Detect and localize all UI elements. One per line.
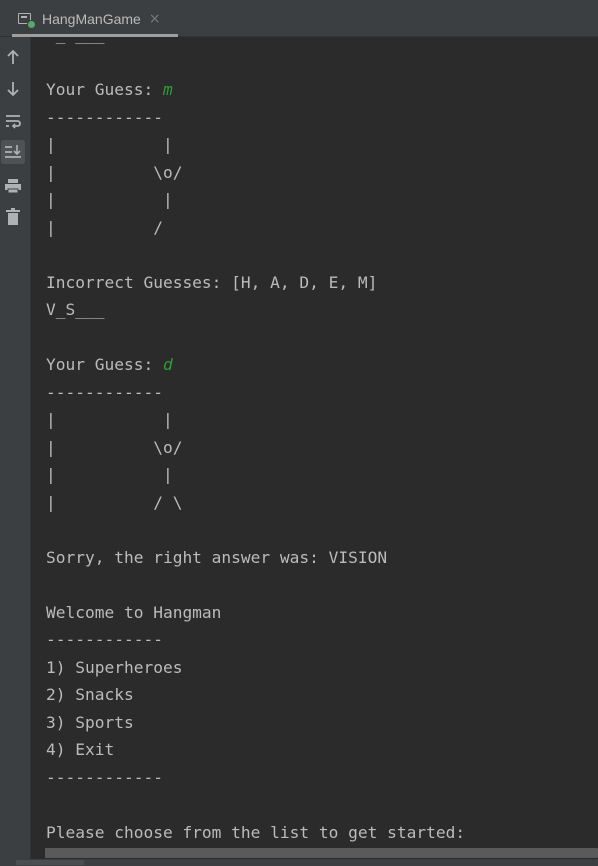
console-line-text: Your Guess:	[46, 80, 163, 99]
tab-bar: HangManGame ×	[0, 0, 598, 37]
user-input-text: d	[162, 355, 173, 374]
run-console-icon	[18, 12, 36, 29]
tab-title: HangManGame	[42, 11, 141, 27]
bottom-scroll-thumb[interactable]	[16, 860, 84, 865]
console-line: Incorrect Guesses: [H, A, D, E, M]	[46, 269, 465, 297]
soft-wrap-icon	[6, 115, 21, 129]
console-line-text: | \o/	[46, 437, 183, 457]
trash-icon	[6, 208, 20, 225]
console-line-text: Your Guess:	[46, 355, 163, 374]
scroll-up-button[interactable]	[1, 45, 25, 69]
run-console-window: HangManGame × Your Guess: m ------------…	[0, 0, 598, 866]
scroll-down-button[interactable]	[1, 77, 25, 101]
console-line-text: ------------	[46, 767, 163, 787]
console-line: ------------	[46, 764, 465, 792]
console-line-text: ------------	[46, 382, 163, 402]
console-line-text: | \o/	[46, 162, 183, 182]
console-line-text: | |	[46, 410, 173, 429]
console-line-text: Welcome to Hangman	[46, 602, 222, 622]
console-line-text: 2) Snacks	[46, 685, 134, 704]
scroll-to-end-button[interactable]	[1, 140, 25, 164]
console-line: Sorry, the right answer was: VISION	[46, 544, 465, 572]
console-line: ------------	[46, 626, 465, 654]
console-line-text: Incorrect Guesses: [H, A, D, E, M]	[46, 272, 378, 292]
scrollbar-thumb[interactable]	[45, 848, 598, 858]
console-line: Welcome to Hangman	[46, 599, 465, 627]
console-line-text: ------------	[46, 630, 163, 649]
console-line: | |	[46, 186, 465, 214]
soft-wrap-button[interactable]	[1, 109, 25, 133]
console-line: | |	[46, 406, 465, 434]
console-line: Please choose from the list to get start…	[46, 819, 465, 847]
console-line-text: _ ___	[46, 37, 105, 44]
console-line: 2) Snacks	[46, 681, 465, 709]
horizontal-scrollbar[interactable]	[31, 847, 598, 859]
console-output[interactable]: _ ___ Your Guess: m ------------ | | | \o/ | …	[31, 37, 598, 847]
print-button[interactable]	[1, 174, 25, 198]
console-line-text: ------------	[46, 107, 163, 127]
clear-all-button[interactable]	[1, 205, 25, 229]
console-line: 1) Superheroes	[46, 654, 465, 682]
console-line: Your Guess: d	[46, 351, 465, 379]
console-line-text: | / \	[46, 492, 183, 512]
console-line-text: | |	[46, 135, 173, 154]
scroll-up-icon	[7, 49, 19, 64]
console-line: V_S___	[46, 296, 465, 324]
console-line-text: 3) Sports	[46, 712, 134, 732]
console-line-text: | |	[46, 190, 173, 209]
console-line: 4) Exit	[46, 736, 465, 764]
console-line: | |	[46, 461, 465, 489]
console-line-text: Please choose from the list to get start…	[46, 822, 466, 842]
scroll-to-end-icon	[5, 145, 21, 158]
scroll-down-icon	[7, 82, 19, 97]
print-icon	[5, 179, 21, 194]
tab-hangmangame[interactable]: HangManGame ×	[12, 4, 178, 37]
console-lines: _ ___ Your Guess: m ------------ | | | \o/ | …	[46, 37, 465, 846]
console-line-text: | |	[46, 465, 173, 484]
user-input-text: m	[162, 80, 173, 99]
console-line-text: 4) Exit	[46, 740, 115, 759]
bottom-panel-edge	[0, 859, 598, 866]
console-line-text: Sorry, the right answer was: VISION	[46, 547, 388, 567]
console-line: | \o/	[46, 159, 465, 187]
console-line: | / \	[46, 489, 465, 517]
console-line-text: V_S___	[46, 300, 105, 319]
console-line-text: | /	[46, 217, 163, 237]
console-toolbar	[0, 37, 31, 866]
close-icon[interactable]: ×	[149, 11, 161, 27]
console-line: _ ___	[46, 37, 465, 49]
console-line: | /	[46, 214, 465, 242]
console-line: Your Guess: m	[46, 76, 465, 104]
console-line: 3) Sports	[46, 709, 465, 737]
console-line: | \o/	[46, 434, 465, 462]
console-line-text: 1) Superheroes	[46, 657, 183, 677]
console-line: ------------	[46, 379, 465, 407]
console-line: | |	[46, 131, 465, 159]
console-line: ------------	[46, 104, 465, 132]
